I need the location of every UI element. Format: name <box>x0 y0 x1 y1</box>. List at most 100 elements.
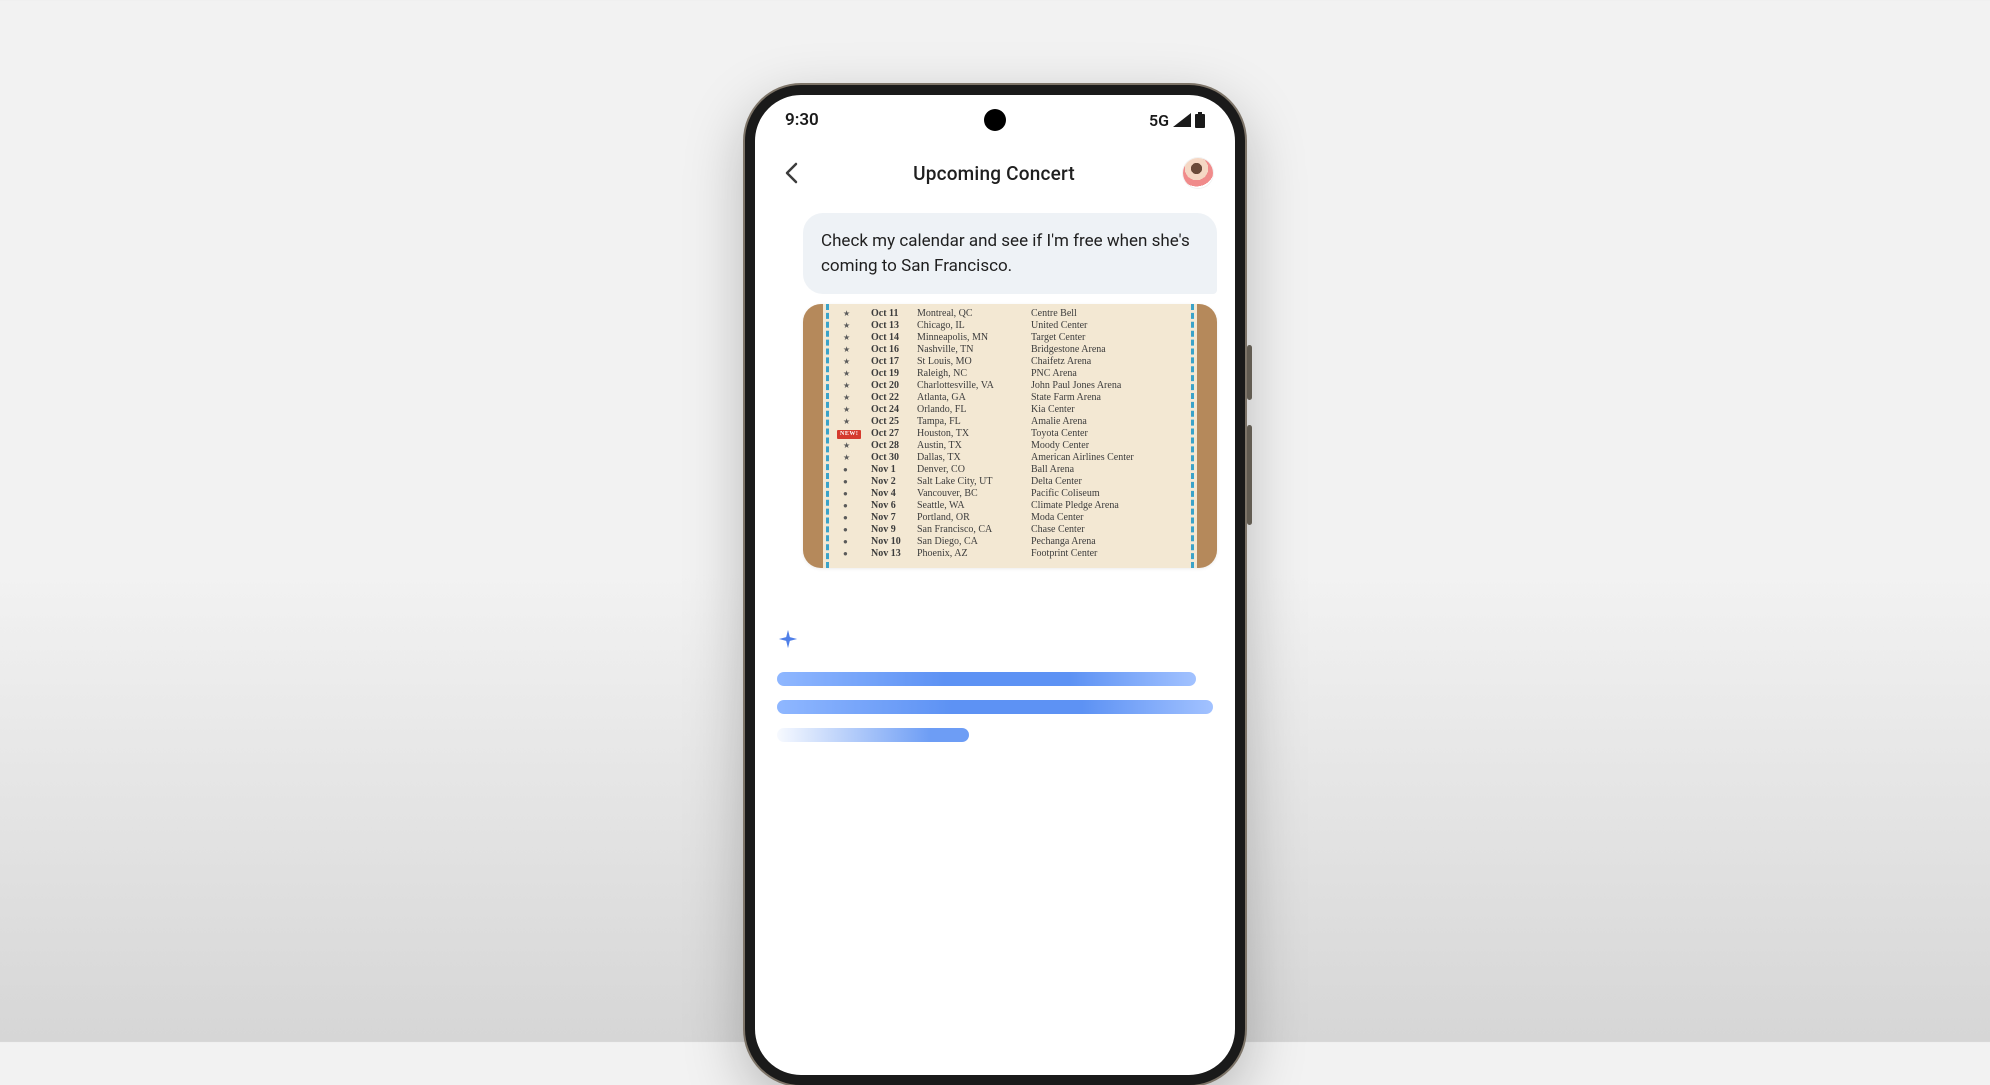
tour-row: ★Oct 16Nashville, TNBridgestone Arena <box>843 344 1187 356</box>
status-bar: 9:30 5G <box>755 95 1235 145</box>
tour-row: ★Oct 20Charlottesville, VAJohn Paul Jone… <box>843 380 1187 392</box>
tour-row-venue: Target Center <box>1031 332 1187 344</box>
tour-row-date: Nov 1 <box>871 464 915 476</box>
phone-frame: 9:30 5G Upcoming Concert <box>745 85 1245 1085</box>
tour-row-date: Oct 17 <box>871 356 915 368</box>
tour-row: ●Nov 6Seattle, WAClimate Pledge Arena <box>843 500 1187 512</box>
user-message-bubble: Check my calendar and see if I'm free wh… <box>803 213 1217 294</box>
tour-row-city: Montreal, QC <box>917 308 1029 320</box>
tour-row-city: Seattle, WA <box>917 500 1029 512</box>
tour-row: ●Nov 13Phoenix, AZFootprint Center <box>843 548 1187 560</box>
tour-row-date: Nov 13 <box>871 548 915 560</box>
back-button[interactable] <box>777 159 805 187</box>
tour-row-venue: Moody Center <box>1031 440 1187 452</box>
tour-row-city: Atlanta, GA <box>917 392 1029 404</box>
tour-row-marker: ★ <box>843 453 869 463</box>
tour-row: ●Nov 4Vancouver, BCPacific Coliseum <box>843 488 1187 500</box>
tour-row-marker: ● <box>843 549 869 559</box>
ai-response-block <box>773 628 1217 742</box>
tour-row-venue: Toyota Center <box>1031 428 1187 440</box>
tour-row: ●Nov 2Salt Lake City, UTDelta Center <box>843 476 1187 488</box>
loading-shimmer-line <box>777 700 1213 714</box>
tour-row-venue: Bridgestone Arena <box>1031 344 1187 356</box>
tour-row-date: Nov 4 <box>871 488 915 500</box>
tour-row-venue: Footprint Center <box>1031 548 1187 560</box>
tour-row-date: Oct 19 <box>871 368 915 380</box>
new-badge: NEW! <box>837 430 861 439</box>
tour-row: ●Nov 9San Francisco, CAChase Center <box>843 524 1187 536</box>
tour-row-city: St Louis, MO <box>917 356 1029 368</box>
loading-shimmer-line <box>777 672 1196 686</box>
tour-row-city: Salt Lake City, UT <box>917 476 1029 488</box>
chat-area: Check my calendar and see if I'm free wh… <box>755 201 1235 742</box>
tour-row-marker: ★ <box>843 357 869 367</box>
tour-row-venue: PNC Arena <box>1031 368 1187 380</box>
tour-row-marker: ★ <box>843 333 869 343</box>
tour-row-date: Oct 24 <box>871 404 915 416</box>
phone-side-button <box>1247 425 1252 525</box>
tour-row-marker: ★ <box>843 441 869 451</box>
tour-row: ●Nov 7Portland, ORModa Center <box>843 512 1187 524</box>
tour-row-marker: ★ <box>843 405 869 415</box>
app-header: Upcoming Concert <box>755 145 1235 201</box>
tour-row-city: Tampa, FL <box>917 416 1029 428</box>
tour-row-city: Charlottesville, VA <box>917 380 1029 392</box>
tour-row-date: Oct 20 <box>871 380 915 392</box>
phone-side-button <box>1247 345 1252 400</box>
tour-row-marker: ★ <box>843 309 869 319</box>
tour-row-venue: Moda Center <box>1031 512 1187 524</box>
tour-row-marker: ● <box>843 489 869 499</box>
tour-row-venue: State Farm Arena <box>1031 392 1187 404</box>
tour-row-venue: American Airlines Center <box>1031 452 1187 464</box>
tour-row-city: Nashville, TN <box>917 344 1029 356</box>
tour-row-date: Oct 25 <box>871 416 915 428</box>
tour-row-venue: Ball Arena <box>1031 464 1187 476</box>
tour-row-marker: ● <box>843 525 869 535</box>
tour-row-city: Austin, TX <box>917 440 1029 452</box>
tour-row-venue: Amalie Arena <box>1031 416 1187 428</box>
status-network: 5G <box>1149 111 1169 130</box>
tour-row-city: Minneapolis, MN <box>917 332 1029 344</box>
tour-row-venue: Chase Center <box>1031 524 1187 536</box>
tour-row-date: Oct 13 <box>871 320 915 332</box>
tour-row: ★Oct 25Tampa, FLAmalie Arena <box>843 416 1187 428</box>
tour-image-attachment[interactable]: ★Oct 11Montreal, QCCentre Bell★Oct 13Chi… <box>803 304 1217 568</box>
tour-row-date: Oct 14 <box>871 332 915 344</box>
tour-row-date: Nov 2 <box>871 476 915 488</box>
tour-row: ★Oct 22Atlanta, GAState Farm Arena <box>843 392 1187 404</box>
user-message-text: Check my calendar and see if I'm free wh… <box>821 231 1190 276</box>
status-time: 9:30 <box>785 110 819 130</box>
tour-row-city: Orlando, FL <box>917 404 1029 416</box>
loading-shimmer-line <box>777 728 969 742</box>
tour-row-venue: John Paul Jones Arena <box>1031 380 1187 392</box>
tour-row-marker: ★ <box>843 393 869 403</box>
tour-row-date: Nov 7 <box>871 512 915 524</box>
tour-row-venue: Centre Bell <box>1031 308 1187 320</box>
tour-row-city: Phoenix, AZ <box>917 548 1029 560</box>
tour-row-venue: Chaifetz Arena <box>1031 356 1187 368</box>
tour-row-marker: ★ <box>843 369 869 379</box>
tour-row-city: Vancouver, BC <box>917 488 1029 500</box>
tour-row-marker: ● <box>843 465 869 475</box>
tour-row-date: Nov 6 <box>871 500 915 512</box>
tour-row-marker: ★ <box>843 321 869 331</box>
tour-row-venue: Climate Pledge Arena <box>1031 500 1187 512</box>
tour-row: ★Oct 30Dallas, TXAmerican Airlines Cente… <box>843 452 1187 464</box>
tour-row: ★Oct 24Orlando, FLKia Center <box>843 404 1187 416</box>
tour-row-marker: ● <box>843 477 869 487</box>
tour-row-venue: Pacific Coliseum <box>1031 488 1187 500</box>
tour-row: ★Oct 11Montreal, QCCentre Bell <box>843 308 1187 320</box>
tour-row-city: San Diego, CA <box>917 536 1029 548</box>
tour-row-date: Nov 9 <box>871 524 915 536</box>
sparkle-icon <box>777 628 799 650</box>
tour-row-marker: ● <box>843 501 869 511</box>
chevron-left-icon <box>784 162 798 184</box>
tour-row: ★Oct 27Houston, TXToyota CenterNEW! <box>843 428 1187 440</box>
battery-icon <box>1195 112 1205 128</box>
page-title: Upcoming Concert <box>913 162 1075 185</box>
tour-row-city: Portland, OR <box>917 512 1029 524</box>
tour-row-venue: Kia Center <box>1031 404 1187 416</box>
tour-row-marker: ★ <box>843 381 869 391</box>
tour-row-marker: ● <box>843 537 869 547</box>
avatar[interactable] <box>1183 158 1213 188</box>
